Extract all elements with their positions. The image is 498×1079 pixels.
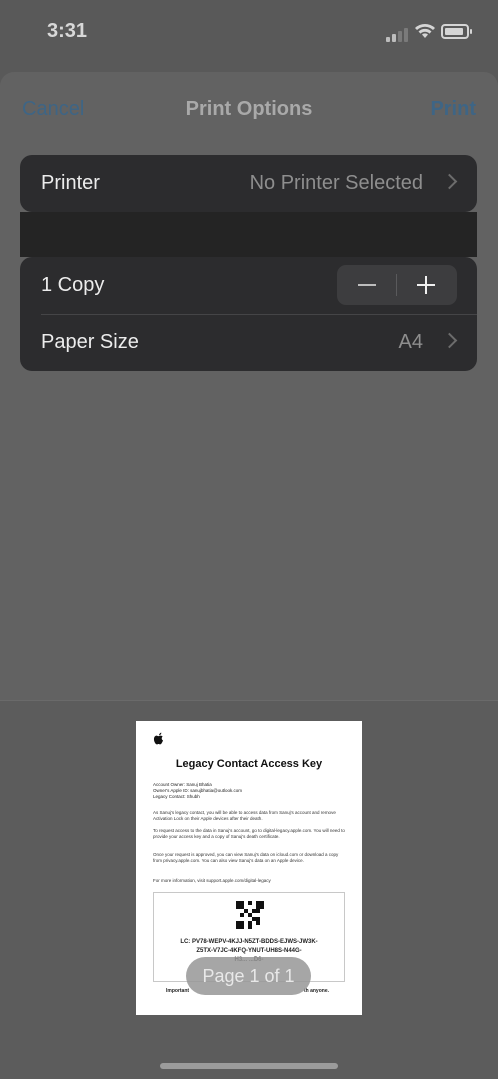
decrement-button[interactable] bbox=[337, 265, 397, 305]
apple-logo-icon bbox=[153, 732, 163, 745]
copies-label: 1 Copy bbox=[41, 274, 105, 296]
paper-size-value: A4 bbox=[398, 331, 423, 353]
qr-code-icon bbox=[236, 901, 264, 929]
copies-stepper[interactable] bbox=[337, 265, 457, 305]
doc-paragraph: For more information, visit support.appl… bbox=[153, 878, 271, 883]
row-divider bbox=[41, 314, 477, 315]
print-options-screen: 3:31 Cancel Print Options Print Printer … bbox=[0, 0, 498, 1079]
print-preview-area: Legacy Contact Access Key Account Owner:… bbox=[0, 700, 498, 1079]
preview-page[interactable]: Legacy Contact Access Key Account Owner:… bbox=[136, 721, 362, 1015]
doc-paragraph: As Sanuj's legacy contact, you will be a… bbox=[153, 810, 336, 821]
chevron-right-icon bbox=[441, 332, 458, 349]
page-indicator: Page 1 of 1 bbox=[186, 957, 311, 995]
increment-button[interactable] bbox=[397, 265, 457, 305]
paper-size-row[interactable]: Paper Size A4 bbox=[20, 314, 477, 371]
print-button[interactable]: Print bbox=[430, 98, 476, 121]
nav-bar: Cancel Print Options Print bbox=[0, 72, 498, 148]
wifi-icon bbox=[415, 24, 435, 38]
doc-paragraph: To request access to the data in Sanuj's… bbox=[153, 828, 345, 839]
doc-paragraph: Once your request is approved, you can v… bbox=[153, 852, 339, 863]
code-line: LC: PV78-WEPV-4KJJ-N5ZT-BDDS-EJWS-JW3K- bbox=[180, 939, 318, 945]
status-time: 3:31 bbox=[47, 20, 88, 42]
options-group: 1 Copy Paper Size A4 bbox=[20, 257, 477, 371]
section-gap bbox=[20, 212, 477, 257]
home-indicator[interactable] bbox=[160, 1063, 338, 1069]
print-options-sheet: Cancel Print Options Print Printer No Pr… bbox=[0, 72, 498, 1079]
printer-row[interactable]: Printer No Printer Selected bbox=[20, 155, 477, 212]
paper-size-label: Paper Size bbox=[41, 331, 139, 353]
doc-meta: Account Owner: Sanuj Bhatia Owner's Appl… bbox=[153, 782, 242, 800]
page-title: Print Options bbox=[185, 98, 313, 120]
printer-group: Printer No Printer Selected bbox=[20, 155, 477, 212]
copies-row: 1 Copy bbox=[20, 257, 477, 314]
printer-value: No Printer Selected bbox=[249, 172, 423, 194]
doc-important-note: Important bbox=[166, 988, 190, 994]
chevron-right-icon bbox=[441, 173, 458, 190]
cellular-signal-icon bbox=[386, 26, 410, 42]
code-line: Z5TX-V7JC-4KFQ-YNUT-UH8S-N44G- bbox=[196, 948, 302, 954]
doc-title: Legacy Contact Access Key bbox=[175, 758, 323, 770]
printer-label: Printer bbox=[41, 172, 100, 194]
doc-important-note-end: th anyone. bbox=[303, 988, 329, 994]
doc-legacy-contact: Legacy Contact: Shubh bbox=[153, 794, 200, 799]
status-bar: 3:31 bbox=[0, 0, 498, 66]
battery-icon bbox=[441, 24, 472, 39]
